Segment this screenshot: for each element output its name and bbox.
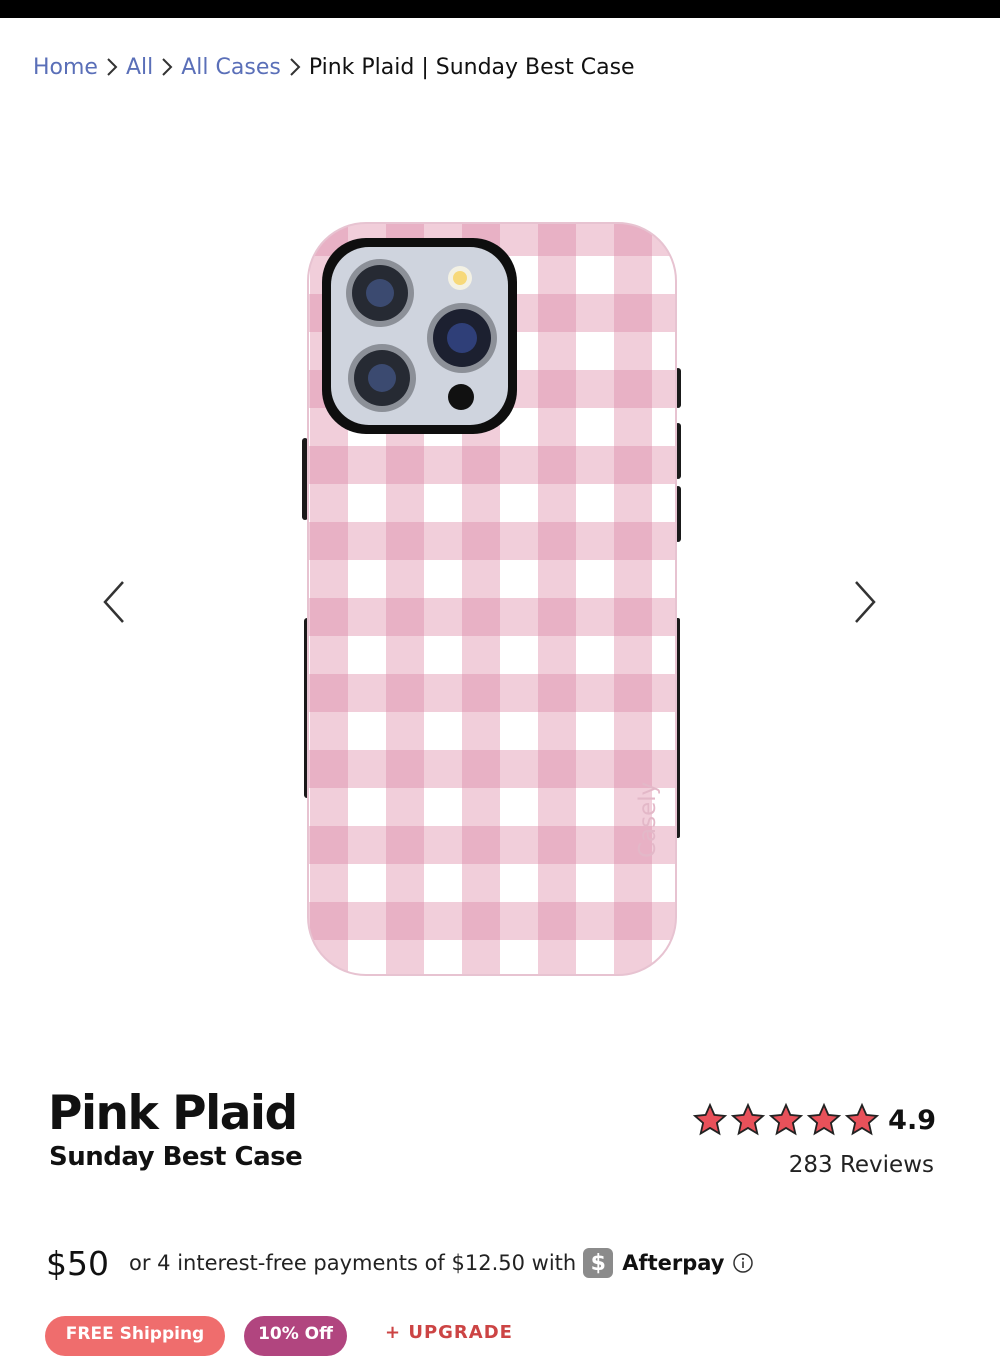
product-title: Pink Plaid	[48, 1086, 298, 1141]
breadcrumb: Home All All Cases Pink Plaid | Sunday B…	[33, 50, 635, 84]
carousel-next-button[interactable]	[843, 572, 887, 632]
breadcrumb-home[interactable]: Home	[33, 55, 98, 80]
brand-mark: Casely	[635, 782, 661, 858]
afterpay-label: Afterpay	[622, 1251, 725, 1275]
chevron-left-icon	[103, 581, 124, 623]
chevron-right-icon	[281, 56, 309, 78]
installment-info: or 4 interest-free payments of $12.50 wi…	[129, 1248, 754, 1278]
breadcrumb-current: Pink Plaid | Sunday Best Case	[308, 54, 635, 80]
free-shipping-badge: FREE Shipping	[45, 1316, 225, 1356]
discount-badge: 10% Off	[244, 1316, 347, 1356]
afterpay-icon: $	[583, 1248, 614, 1278]
info-icon[interactable]	[732, 1252, 754, 1274]
rating[interactable]: 4.9	[692, 1102, 936, 1138]
breadcrumb-all[interactable]: All	[126, 55, 153, 80]
star-icon	[768, 1102, 804, 1136]
star-icon	[730, 1102, 766, 1136]
installment-text: or 4 interest-free payments of $12.50 wi…	[129, 1251, 577, 1275]
rating-value: 4.9	[888, 1104, 936, 1136]
status-bar	[0, 0, 1000, 18]
star-icon	[844, 1102, 880, 1136]
chevron-right-icon	[98, 56, 126, 78]
chevron-right-icon	[153, 56, 181, 78]
product-image[interactable]: Casely	[300, 218, 690, 980]
product-subtitle: Sunday Best Case	[49, 1142, 303, 1172]
carousel-prev-button[interactable]	[92, 572, 136, 632]
breadcrumb-all-cases[interactable]: All Cases	[181, 55, 281, 80]
chevron-right-icon	[855, 581, 876, 623]
star-icon	[806, 1102, 842, 1136]
price: $50	[46, 1244, 109, 1283]
star-icon	[692, 1102, 728, 1136]
reviews-link[interactable]: 283 Reviews	[789, 1152, 934, 1178]
